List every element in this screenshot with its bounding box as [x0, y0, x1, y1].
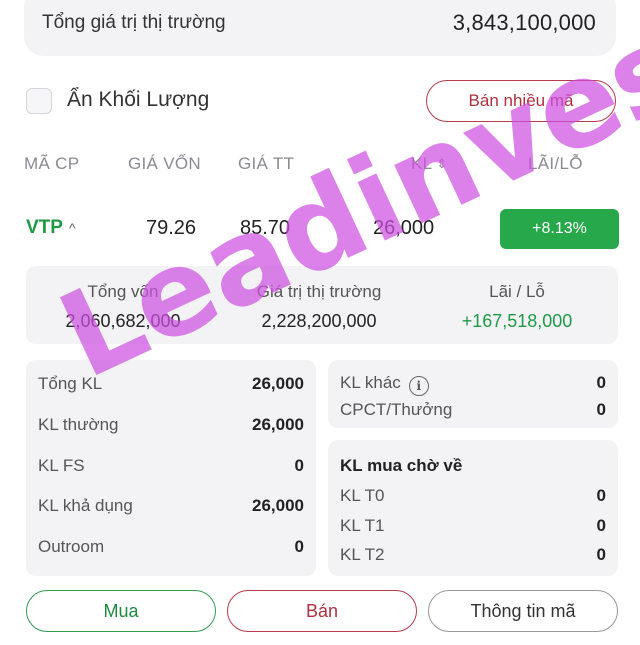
pnl-value: +167,518,000 [461, 311, 573, 331]
market-value-label: Tổng giá trị thị trường [42, 12, 226, 33]
header-pnl: LÃI/LỖ [528, 154, 583, 173]
bonus-value: 0 [596, 400, 606, 419]
normal-volume-value: 26,000 [252, 415, 304, 434]
available-volume-label: KL khả dụng [38, 496, 133, 515]
header-symbol: MÃ CP [24, 154, 80, 173]
market-value-block: Giá trị thị trường 2,228,200,000 [224, 282, 414, 332]
other-volume-label: KL khác i [340, 373, 429, 396]
row-market-price: 85.70 [240, 217, 291, 239]
total-cost-label: Tổng vốn [87, 282, 159, 301]
stock-info-button[interactable]: Thông tin mã [428, 590, 618, 632]
bonus-label: CPCT/Thưởng [340, 400, 453, 419]
outroom-value: 0 [294, 537, 304, 556]
outroom-label: Outroom [38, 537, 105, 556]
row-cost-price: 79.26 [146, 217, 197, 239]
row-volume: 26,000 [373, 217, 435, 239]
pnl-block: Lãi / Lỗ +167,518,000 [422, 282, 612, 332]
total-volume-label: Tổng KL [38, 374, 103, 393]
fs-volume-label: KL FS [38, 456, 85, 475]
market-value-amount: 3,843,100,000 [452, 10, 596, 35]
sell-button[interactable]: Bán [227, 590, 417, 632]
total-volume-value: 26,000 [252, 374, 304, 393]
hide-volume-label[interactable]: Ẩn Khối Lượng [67, 88, 209, 112]
info-icon[interactable]: i [408, 376, 429, 396]
header-volume: KL [411, 154, 433, 173]
buy-button[interactable]: Mua [26, 590, 216, 632]
pnl-label: Lãi / Lỗ [489, 282, 545, 301]
market-value-summary-label: Giá trị thị trường [256, 282, 382, 301]
normal-volume-label: KL thường [38, 415, 119, 434]
t1-label: KL T1 [340, 516, 385, 535]
pending-title: KL mua chờ về [340, 456, 463, 475]
pending-volume-card: KL mua chờ về KL T0 0 KL T1 0 KL T2 0 [328, 440, 618, 576]
t1-value: 0 [596, 516, 606, 535]
pnl-percent-badge: +8.13% [500, 209, 619, 249]
other-volume-card: KL khác i 0 CPCT/Thưởng 0 [328, 360, 618, 428]
ticker-symbol: VTP [26, 217, 63, 238]
t2-value: 0 [596, 545, 606, 564]
t2-label: KL T2 [340, 545, 385, 564]
total-cost-value: 2,060,682,000 [65, 311, 181, 331]
hide-volume-checkbox[interactable] [26, 88, 52, 114]
header-volume-sort[interactable]: KL ⇕ [411, 154, 448, 174]
watermark-text: Leadinvest [40, 0, 640, 406]
ticker-row-toggle[interactable]: VTP ^ [26, 217, 76, 239]
total-cost-block: Tổng vốn 2,060,682,000 [28, 282, 218, 332]
header-market-price: GIÁ TT [238, 154, 295, 173]
t0-label: KL T0 [340, 486, 385, 505]
other-volume-value: 0 [596, 373, 606, 392]
sort-icon: ⇕ [436, 156, 448, 171]
t0-value: 0 [596, 486, 606, 505]
header-cost-price: GIÁ VỐN [128, 154, 201, 173]
fs-volume-value: 0 [294, 456, 304, 475]
market-value-card: Tổng giá trị thị trường 3,843,100,000 [24, 0, 616, 56]
summary-card: Tổng vốn 2,060,682,000 Giá trị thị trườn… [26, 266, 618, 344]
market-value-summary-value: 2,228,200,000 [261, 311, 377, 331]
sell-many-button[interactable]: Bán nhiều mã [426, 80, 616, 122]
volume-details-card: Tổng KL 26,000 KL thường 26,000 KL FS 0 … [26, 360, 316, 576]
available-volume-value: 26,000 [252, 496, 304, 515]
chevron-up-icon: ^ [68, 220, 76, 236]
